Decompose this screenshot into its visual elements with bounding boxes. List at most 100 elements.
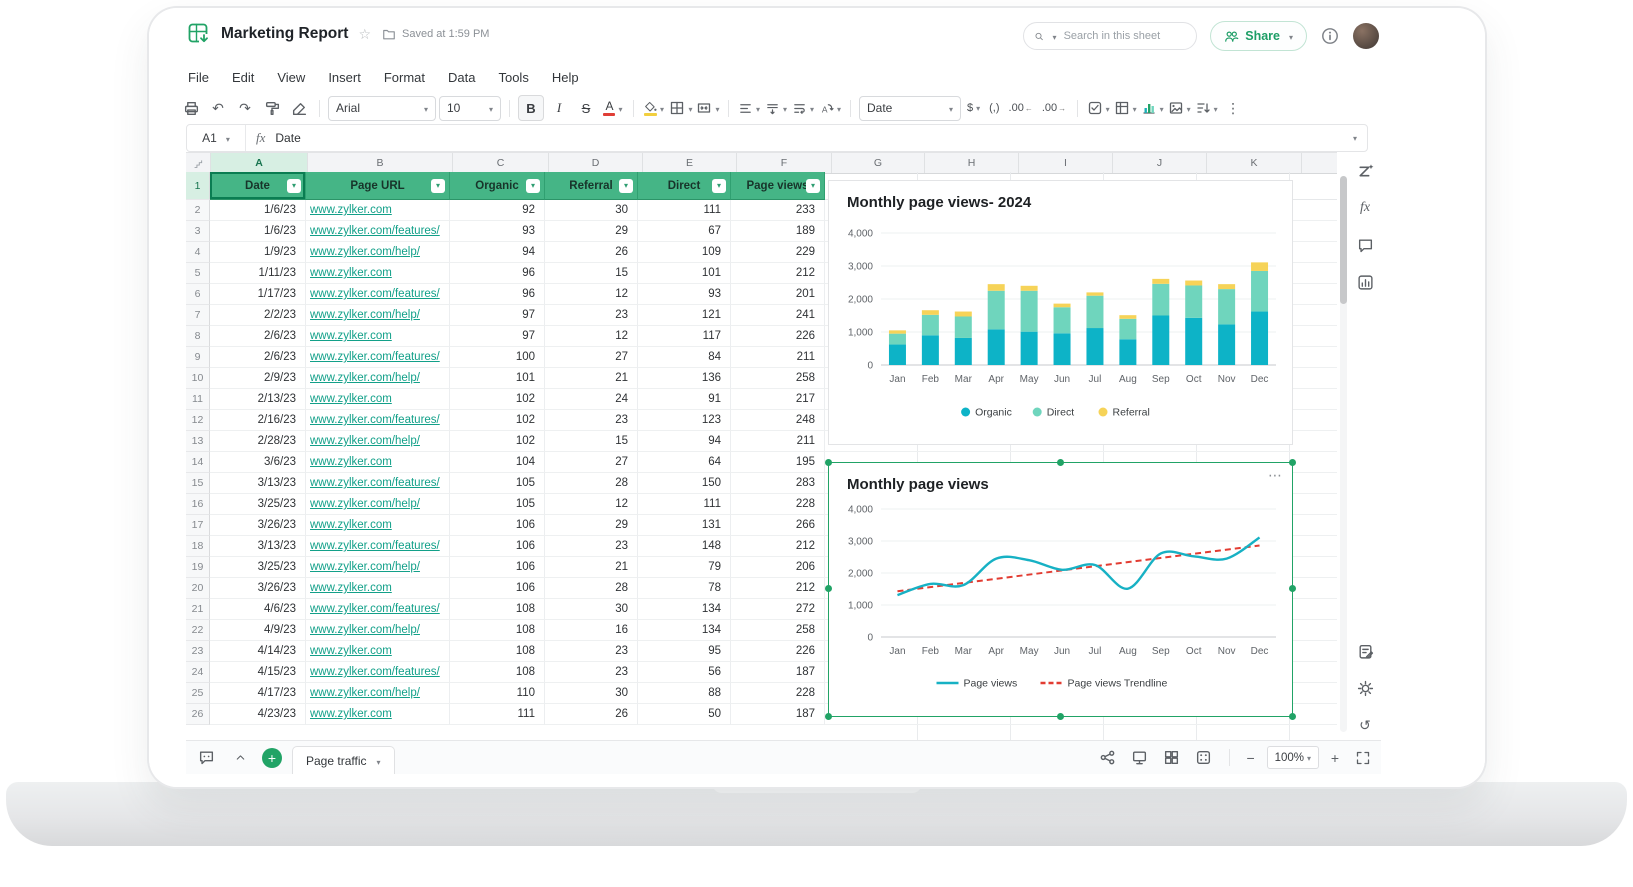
cell-link[interactable]: www.zylker.com — [310, 393, 392, 405]
cell-link[interactable]: www.zylker.com/features/ — [310, 477, 440, 489]
insert-image-button[interactable] — [1167, 96, 1191, 120]
cell[interactable]: 108 — [450, 662, 545, 683]
cell[interactable]: 187 — [731, 704, 825, 725]
cell[interactable]: 23 — [545, 305, 638, 326]
cell[interactable]: 91 — [638, 389, 731, 410]
cell[interactable]: 30 — [545, 599, 638, 620]
cell-link[interactable]: www.zylker.com/features/ — [310, 603, 440, 615]
cell[interactable]: www.zylker.com/features/ — [306, 347, 450, 368]
cell-link[interactable]: www.zylker.com — [310, 204, 392, 216]
cell[interactable]: 12 — [545, 494, 638, 515]
zoom-in-button[interactable]: + — [1327, 750, 1343, 766]
strikethrough-button[interactable]: S — [574, 96, 598, 120]
cell[interactable]: 136 — [638, 368, 731, 389]
borders-button[interactable] — [669, 96, 693, 120]
cell-link[interactable]: www.zylker.com/help/ — [310, 498, 420, 510]
filter-button[interactable]: ▾ — [526, 179, 540, 193]
cell-link[interactable]: www.zylker.com/help/ — [310, 435, 420, 447]
selection-handle[interactable] — [1289, 713, 1296, 720]
cell[interactable]: 150 — [638, 473, 731, 494]
column-header-F[interactable]: F — [737, 153, 832, 173]
filter-button[interactable]: ▾ — [806, 179, 820, 193]
menu-item-data[interactable]: Data — [448, 70, 475, 85]
presentation-button[interactable] — [1128, 746, 1152, 770]
undo-button[interactable]: ↶ — [206, 96, 230, 120]
cell[interactable]: www.zylker.com — [306, 200, 450, 221]
selection-handle[interactable] — [1289, 585, 1296, 592]
table-column-header[interactable]: Page URL▾ — [306, 172, 450, 200]
cell[interactable]: 101 — [450, 368, 545, 389]
column-header-H[interactable]: H — [925, 153, 1019, 173]
align-vertical-button[interactable] — [764, 96, 788, 120]
menu-item-file[interactable]: File — [188, 70, 209, 85]
cell-link[interactable]: www.zylker.com — [310, 456, 392, 468]
cell[interactable]: 3/26/23 — [210, 578, 306, 599]
cell[interactable]: 117 — [638, 326, 731, 347]
filter-button[interactable]: ▾ — [287, 179, 301, 193]
cell-link[interactable]: www.zylker.com — [310, 708, 392, 720]
cell[interactable]: www.zylker.com — [306, 578, 450, 599]
cell[interactable]: 23 — [545, 641, 638, 662]
cell[interactable]: 104 — [450, 452, 545, 473]
row-header-10[interactable]: 10 — [186, 368, 210, 389]
cell[interactable]: 97 — [450, 326, 545, 347]
cell[interactable]: 111 — [638, 494, 731, 515]
clear-format-button[interactable] — [287, 96, 311, 120]
column-header-E[interactable]: E — [643, 153, 737, 173]
sheet-tab[interactable]: Page traffic — [292, 746, 395, 774]
sheet-search[interactable] — [1023, 22, 1197, 50]
cell[interactable]: 248 — [731, 410, 825, 431]
row-header-8[interactable]: 8 — [186, 326, 210, 347]
cell[interactable]: 106 — [450, 557, 545, 578]
cell[interactable]: www.zylker.com/features/ — [306, 410, 450, 431]
explore-charts-button[interactable] — [1354, 271, 1376, 293]
cell-link[interactable]: www.zylker.com/help/ — [310, 687, 420, 699]
cell[interactable]: www.zylker.com/help/ — [306, 305, 450, 326]
bold-button[interactable]: B — [518, 95, 544, 121]
pivot-table-button[interactable] — [1113, 96, 1137, 120]
cell[interactable]: 94 — [450, 242, 545, 263]
row-header-21[interactable]: 21 — [186, 599, 210, 620]
cell[interactable]: 272 — [731, 599, 825, 620]
row-header-18[interactable]: 18 — [186, 536, 210, 557]
document-title[interactable]: Marketing Report — [221, 25, 348, 43]
cell[interactable]: 2/6/23 — [210, 326, 306, 347]
cell[interactable]: www.zylker.com/features/ — [306, 662, 450, 683]
cell[interactable]: 211 — [731, 431, 825, 452]
text-color-button[interactable]: A — [601, 96, 625, 120]
cell[interactable]: 1/6/23 — [210, 221, 306, 242]
wrap-text-button[interactable] — [791, 96, 815, 120]
cell-link[interactable]: www.zylker.com/help/ — [310, 624, 420, 636]
cell[interactable]: 111 — [638, 200, 731, 221]
cell[interactable]: 3/26/23 — [210, 515, 306, 536]
table-column-header[interactable]: Direct▾ — [638, 172, 731, 200]
cell-link[interactable]: www.zylker.com — [310, 582, 392, 594]
user-avatar[interactable] — [1353, 23, 1379, 49]
menu-item-format[interactable]: Format — [384, 70, 425, 85]
cell[interactable]: 105 — [450, 494, 545, 515]
more-options-button[interactable]: ⋮ — [1221, 96, 1245, 120]
font-family-select[interactable]: Arial — [328, 96, 436, 121]
cell[interactable]: 228 — [731, 683, 825, 704]
cell[interactable]: www.zylker.com — [306, 704, 450, 725]
cell[interactable]: 3/6/23 — [210, 452, 306, 473]
notes-button[interactable] — [1354, 640, 1376, 662]
font-size-select[interactable]: 10 — [439, 96, 501, 121]
theme-button[interactable] — [1354, 677, 1376, 699]
cell[interactable]: 111 — [450, 704, 545, 725]
cell[interactable]: 258 — [731, 368, 825, 389]
checkbox-button[interactable] — [1086, 96, 1110, 120]
row-header-6[interactable]: 6 — [186, 284, 210, 305]
cell-link[interactable]: www.zylker.com — [310, 519, 392, 531]
cell[interactable]: www.zylker.com/help/ — [306, 494, 450, 515]
cell[interactable]: 106 — [450, 578, 545, 599]
collab-share-button[interactable] — [1096, 746, 1120, 770]
cell[interactable]: 3/25/23 — [210, 494, 306, 515]
print-button[interactable] — [179, 96, 203, 120]
row-header-7[interactable]: 7 — [186, 305, 210, 326]
selection-handle[interactable] — [825, 713, 832, 720]
decrease-decimal-button[interactable]: .00 — [1006, 102, 1036, 114]
cell[interactable]: www.zylker.com/help/ — [306, 620, 450, 641]
filter-button[interactable]: ▾ — [619, 179, 633, 193]
cell[interactable]: 15 — [545, 431, 638, 452]
